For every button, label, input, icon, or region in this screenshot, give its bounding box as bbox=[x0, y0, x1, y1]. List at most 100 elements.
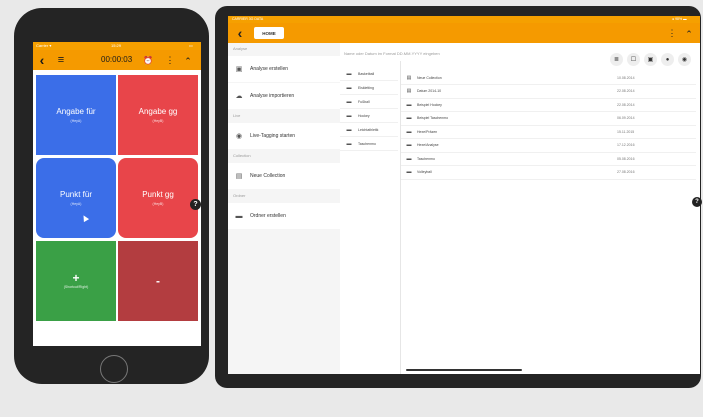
sidebar-section-label: Analyse bbox=[233, 46, 248, 51]
folder-label: Taschenmo bbox=[358, 141, 376, 146]
file-icon: ▤ bbox=[406, 88, 412, 94]
toolbar-button[interactable]: ◉ bbox=[678, 53, 691, 66]
more-icon[interactable]: ⋮ bbox=[166, 54, 175, 66]
tablet-help-icon[interactable]: ? bbox=[692, 197, 702, 207]
menu-icon[interactable]: ≡ bbox=[55, 53, 67, 67]
folder-list: ▬ Basketball ▬ Eiskletting ▬ Fußball ▬ Hockey ▬ L… bbox=[340, 61, 401, 374]
file-date: 22.08.2014 bbox=[617, 102, 635, 107]
folder-item[interactable]: ▬ Taschenmo bbox=[340, 137, 398, 151]
tablet-carrier: CARRIER 3G DATA bbox=[232, 17, 264, 21]
folder-label: Fußball bbox=[358, 99, 370, 104]
search-input[interactable]: Name oder Datum im Format DD.MM.YYYY ein… bbox=[344, 48, 604, 60]
tag-tile[interactable]: + (Shortcut/Right) bbox=[36, 241, 116, 321]
tablet-collapse-icon[interactable]: ⌃ bbox=[684, 28, 694, 40]
home-button[interactable] bbox=[100, 355, 128, 383]
file-row[interactable]: ▬ Hexe/Analyse 17.12.2016 bbox=[401, 139, 696, 153]
tile-label: Angabe für bbox=[56, 107, 96, 116]
file-icon: ▬ bbox=[406, 142, 412, 148]
folder-icon: ▬ bbox=[346, 98, 352, 105]
sidebar-item[interactable]: ◉ Live-Tagging starten bbox=[228, 123, 340, 149]
file-date: 22.08.2014 bbox=[617, 89, 635, 93]
sidebar-item-icon: ▣ bbox=[235, 66, 243, 73]
folder-label: Basketball bbox=[358, 71, 375, 76]
folder-label: Hockey bbox=[358, 113, 370, 118]
sidebar: Analyse ▣ Analyse erstellen ☁ Analyse import… bbox=[228, 43, 340, 374]
file-date: 06.09.2014 bbox=[617, 116, 635, 120]
collapse-icon[interactable]: ⌃ bbox=[183, 55, 193, 67]
sidebar-item-icon: ◉ bbox=[235, 133, 243, 140]
battery-icon: ▭ bbox=[189, 43, 193, 48]
file-row[interactable]: ▬ Taschenmo 05.08.2016 bbox=[401, 152, 696, 166]
sidebar-item[interactable]: ▣ Analyse erstellen bbox=[228, 56, 340, 82]
folder-item[interactable]: ▬ Basketball bbox=[340, 67, 398, 81]
back-icon[interactable]: ‹ bbox=[36, 52, 48, 68]
toolbar-button[interactable]: ▣ bbox=[644, 53, 657, 66]
tile-label: + bbox=[72, 271, 80, 285]
folder-label: Leichtathletik bbox=[358, 127, 379, 132]
tag-tile[interactable]: Punkt gg (HeyB) bbox=[118, 158, 198, 238]
alarm-icon[interactable]: ⏰ bbox=[143, 54, 153, 66]
file-date: 27.08.2016 bbox=[617, 170, 635, 174]
file-row[interactable]: ▬ Hexe/Präzen 15.11.2015 bbox=[401, 125, 696, 139]
tile-sublabel: (HeyB) bbox=[152, 119, 164, 123]
folder-icon: ▬ bbox=[346, 70, 352, 77]
folder-item[interactable]: ▬ Fußball bbox=[340, 95, 398, 109]
tag-tile[interactable]: Angabe gg (HeyB) bbox=[118, 75, 198, 155]
file-name: Hexe/Analyse bbox=[417, 143, 439, 147]
tablet-screen: CARRIER 3G DATA ● 98% ▬ ‹ HOME ⋮ ⌃ Analy… bbox=[228, 16, 700, 374]
sidebar-item-label: Ordner erstellen bbox=[250, 213, 286, 219]
sidebar-item-icon: ▤ bbox=[235, 173, 243, 180]
sidebar-item-icon: ☁ bbox=[235, 93, 243, 100]
tile-label: - bbox=[156, 274, 160, 288]
folder-icon: ▬ bbox=[346, 140, 352, 147]
tile-sublabel: (HeyA) bbox=[70, 202, 82, 206]
tag-tile[interactable]: Punkt für (HeyA) bbox=[36, 158, 116, 238]
sidebar-item[interactable]: ☁ Analyse importieren bbox=[228, 83, 340, 109]
file-row[interactable]: ▤ Datum 2014-10 22.08.2014 bbox=[401, 85, 696, 99]
tablet-more-icon[interactable]: ⋮ bbox=[668, 27, 677, 39]
file-date: 05.08.2016 bbox=[617, 156, 635, 161]
file-icon: ▬ bbox=[406, 101, 412, 108]
tag-tile[interactable]: - bbox=[118, 241, 198, 321]
tag-tile[interactable]: Angabe für (HeyA) bbox=[36, 75, 116, 155]
carrier-label: Carrier ▾ bbox=[36, 43, 52, 48]
file-row[interactable]: ▤ Neue Collection 10.08.2014 bbox=[401, 71, 696, 85]
phone-help-icon[interactable]: ? bbox=[190, 199, 201, 210]
file-date: 10.08.2014 bbox=[617, 75, 635, 80]
sidebar-item-label: Analyse importieren bbox=[250, 93, 295, 99]
tile-label: Punkt für bbox=[59, 190, 92, 199]
tablet-battery: ● 98% ▬ bbox=[672, 17, 687, 21]
file-row[interactable]: ▬ Beispiel Taschenmo 06.09.2014 bbox=[401, 112, 696, 126]
folder-item[interactable]: ▬ Eiskletting bbox=[340, 81, 398, 95]
sidebar-item-icon: ▬ bbox=[235, 212, 243, 220]
tile-label: Punkt gg bbox=[142, 190, 174, 199]
tile-sublabel: (HeyB) bbox=[152, 202, 164, 206]
timer-display: 00:00:03 bbox=[101, 55, 133, 64]
home-breadcrumb[interactable]: HOME bbox=[254, 27, 284, 39]
file-row[interactable]: ▬ Volleyball 27.08.2016 bbox=[401, 166, 696, 180]
file-name: Neue Collection bbox=[417, 75, 442, 80]
toolbar-button[interactable]: ≣ bbox=[610, 53, 623, 66]
sidebar-section-label: Live bbox=[233, 113, 241, 118]
tablet-back-icon[interactable]: ‹ bbox=[234, 25, 246, 41]
tablet-status-bar: CARRIER 3G DATA ● 98% ▬ bbox=[228, 16, 700, 23]
file-icon: ▬ bbox=[406, 128, 412, 135]
file-icon: ▬ bbox=[406, 155, 412, 162]
file-name: Hexe/Präzen bbox=[417, 129, 438, 134]
toolbar-button[interactable]: ● bbox=[661, 53, 674, 66]
file-name: Beispiel Hockey bbox=[417, 102, 442, 107]
folder-icon: ▬ bbox=[346, 126, 352, 133]
file-date: 15.11.2015 bbox=[617, 129, 635, 134]
file-name: Volleyball bbox=[417, 170, 432, 174]
file-icon: ▤ bbox=[406, 74, 412, 81]
sidebar-item[interactable]: ▤ Neue Collection bbox=[228, 163, 340, 189]
status-time: 15:29 bbox=[111, 43, 122, 48]
folder-item[interactable]: ▬ Leichtathletik bbox=[340, 123, 398, 137]
sidebar-item-label: Analyse erstellen bbox=[250, 66, 289, 72]
sidebar-item[interactable]: ▬ Ordner erstellen bbox=[228, 203, 340, 229]
toolbar-button[interactable]: ☐ bbox=[627, 53, 640, 66]
file-date: 17.12.2016 bbox=[617, 143, 635, 147]
file-row[interactable]: ▬ Beispiel Hockey 22.08.2014 bbox=[401, 98, 696, 112]
folder-item[interactable]: ▬ Hockey bbox=[340, 109, 398, 123]
folder-icon: ▬ bbox=[346, 112, 352, 119]
